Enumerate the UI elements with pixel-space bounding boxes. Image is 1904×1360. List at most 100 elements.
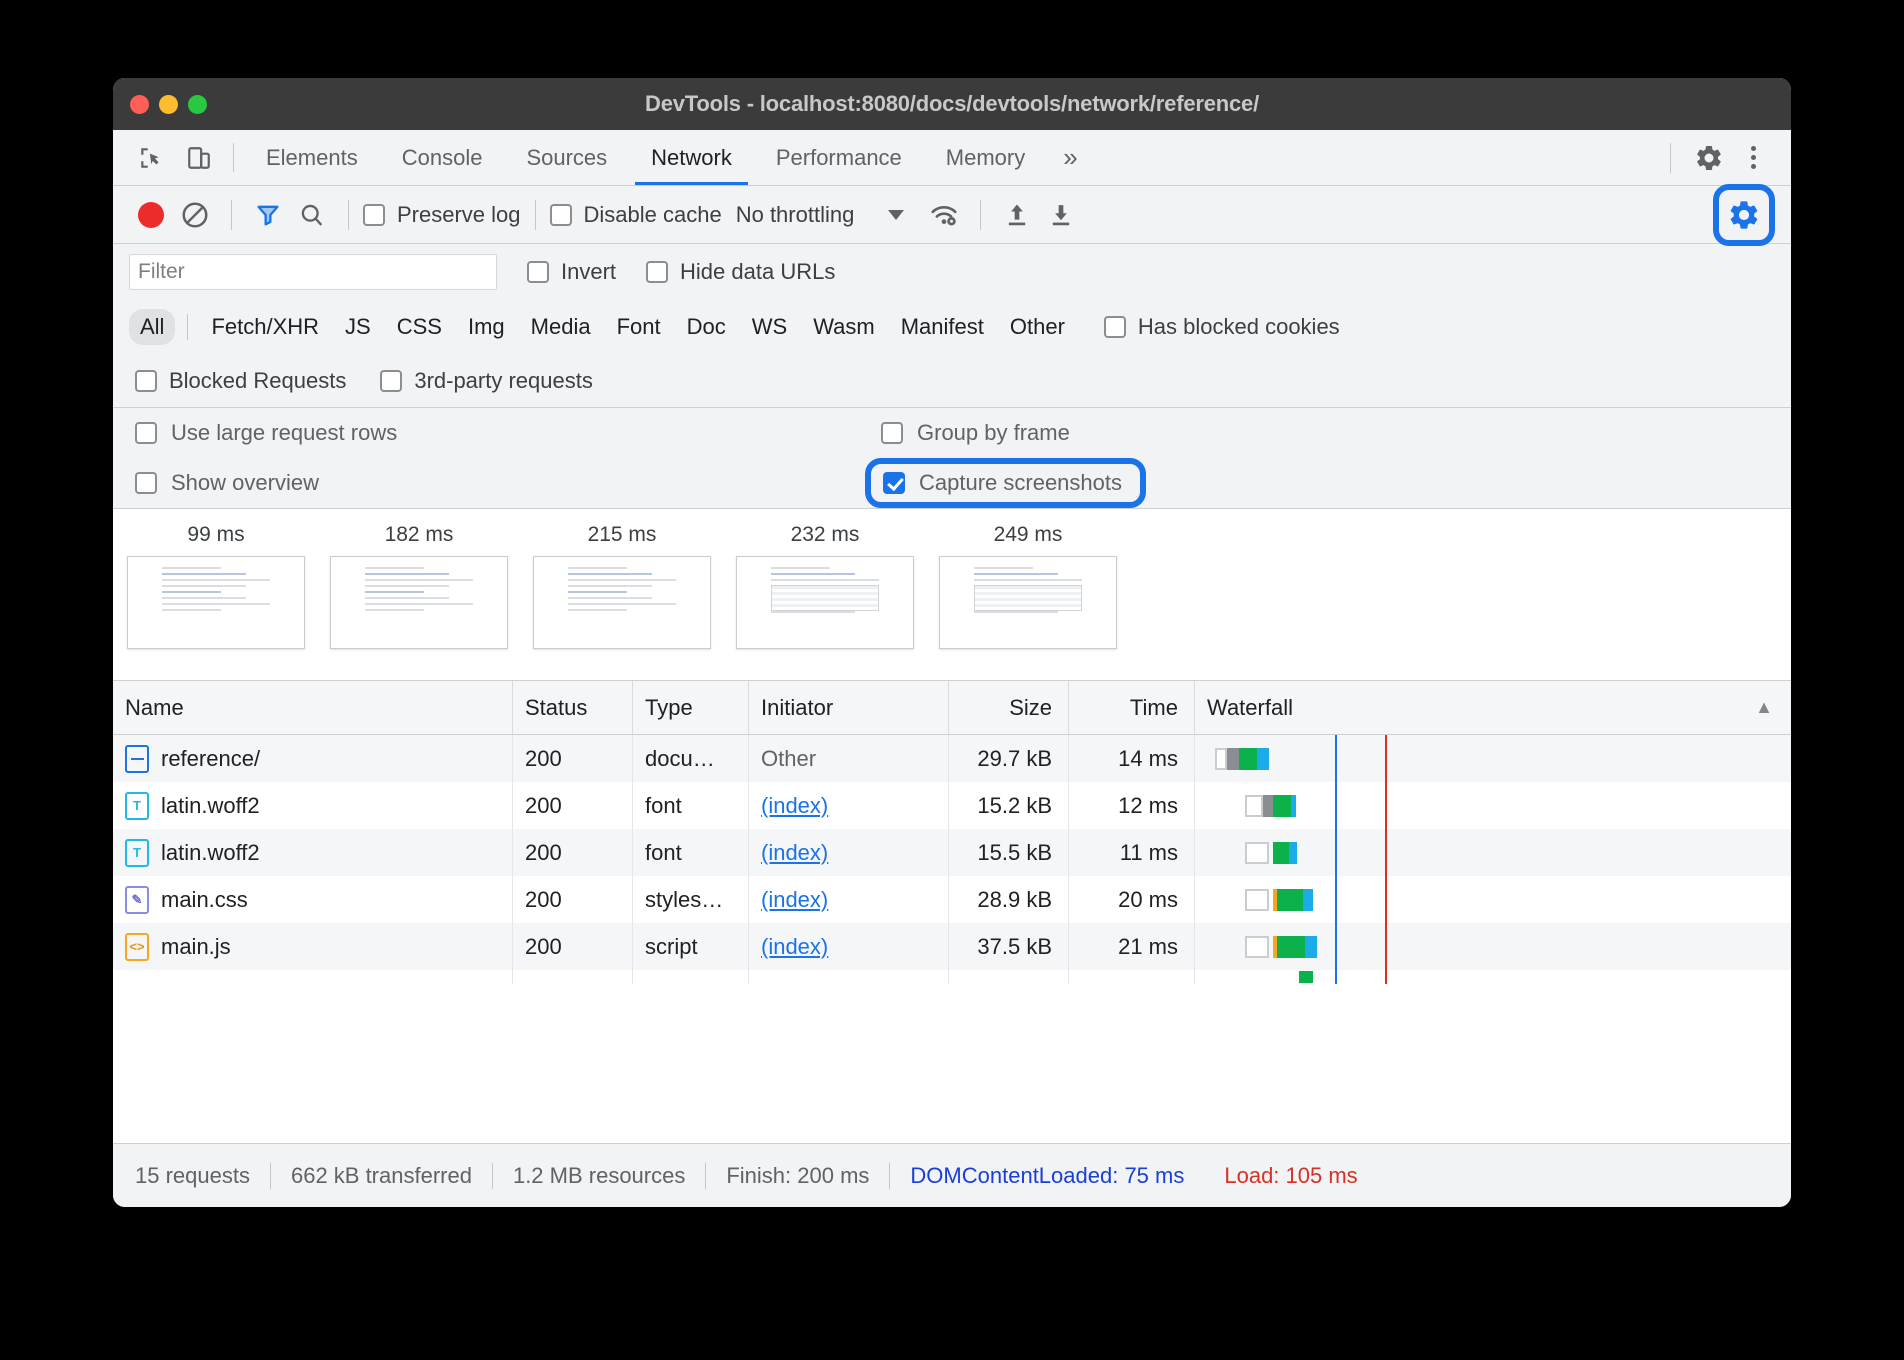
- waterfall-bar: [1207, 735, 1791, 782]
- group-by-frame-checkbox[interactable]: Group by frame: [881, 420, 1769, 446]
- column-header-size[interactable]: Size: [949, 681, 1069, 734]
- cell-size: 28.9 kB: [949, 876, 1069, 923]
- cell-name[interactable]: T latin.woff2: [113, 782, 513, 829]
- search-icon[interactable]: [290, 193, 334, 237]
- type-chip-other[interactable]: Other: [999, 309, 1076, 345]
- table-row[interactable]: T latin.woff2 200 font (index) 15.2 kB 1…: [113, 782, 1791, 829]
- kebab-menu-icon[interactable]: [1731, 136, 1775, 180]
- type-chip-font[interactable]: Font: [606, 309, 672, 345]
- throttling-dropdown[interactable]: No throttling: [736, 202, 905, 228]
- tab-performance[interactable]: Performance: [754, 130, 924, 185]
- table-row-partial[interactable]: [113, 970, 1791, 984]
- blocked-requests-box[interactable]: [135, 370, 157, 392]
- use-large-request-rows-checkbox[interactable]: Use large request rows: [135, 420, 881, 446]
- show-overview-checkbox[interactable]: Show overview: [135, 470, 881, 496]
- type-chip-css[interactable]: CSS: [386, 309, 453, 345]
- record-button[interactable]: [129, 193, 173, 237]
- cell-size: 29.7 kB: [949, 735, 1069, 782]
- filmstrip-thumbnail[interactable]: [127, 556, 305, 649]
- table-row[interactable]: ✎ main.css 200 styles… (index) 28.9 kB 2…: [113, 876, 1791, 923]
- use-large-request-rows-box[interactable]: [135, 422, 157, 444]
- tab-console[interactable]: Console: [380, 130, 505, 185]
- cell-initiator[interactable]: (index): [749, 876, 949, 923]
- inspect-element-icon[interactable]: [127, 130, 175, 185]
- initiator-link[interactable]: (index): [761, 840, 828, 866]
- filmstrip-frame[interactable]: 215 ms: [533, 523, 711, 649]
- column-header-name[interactable]: Name: [113, 681, 513, 734]
- cell-name[interactable]: <> main.js: [113, 923, 513, 970]
- tab-sources[interactable]: Sources: [504, 130, 629, 185]
- disable-cache-box[interactable]: [550, 204, 572, 226]
- tab-elements[interactable]: Elements: [244, 130, 380, 185]
- tab-memory[interactable]: Memory: [924, 130, 1047, 185]
- type-chip-fetch-xhr[interactable]: Fetch/XHR: [200, 309, 330, 345]
- filmstrip-thumbnail[interactable]: [533, 556, 711, 649]
- hide-data-urls-box[interactable]: [646, 261, 668, 283]
- third-party-requests-checkbox[interactable]: 3rd-party requests: [380, 368, 593, 394]
- capture-screenshots-box[interactable]: [883, 472, 905, 494]
- type-chip-wasm[interactable]: Wasm: [802, 309, 886, 345]
- filmstrip-frame[interactable]: 249 ms: [939, 523, 1117, 649]
- disable-cache-checkbox[interactable]: Disable cache: [550, 202, 722, 228]
- filmstrip-thumbnail[interactable]: [736, 556, 914, 649]
- filter-funnel-icon[interactable]: [246, 193, 290, 237]
- cell-name[interactable]: reference/: [113, 735, 513, 782]
- initiator-link[interactable]: (index): [761, 934, 828, 960]
- column-header-status[interactable]: Status: [513, 681, 633, 734]
- type-chip-doc[interactable]: Doc: [676, 309, 737, 345]
- type-chip-all[interactable]: All: [129, 309, 175, 345]
- capture-screenshots-checkbox[interactable]: Capture screenshots: [865, 458, 1146, 508]
- cell-time: 21 ms: [1069, 923, 1195, 970]
- invert-checkbox[interactable]: Invert: [527, 259, 616, 285]
- minimize-button[interactable]: [159, 95, 178, 114]
- cell-initiator[interactable]: (index): [749, 923, 949, 970]
- type-chip-media[interactable]: Media: [520, 309, 602, 345]
- cell-size: 15.2 kB: [949, 782, 1069, 829]
- show-overview-box[interactable]: [135, 472, 157, 494]
- type-chip-ws[interactable]: WS: [741, 309, 798, 345]
- initiator-link[interactable]: (index): [761, 793, 828, 819]
- filter-input[interactable]: [129, 254, 497, 290]
- wifi-settings-icon[interactable]: [922, 193, 966, 237]
- table-row[interactable]: T latin.woff2 200 font (index) 15.5 kB 1…: [113, 829, 1791, 876]
- initiator-link[interactable]: (index): [761, 887, 828, 913]
- more-tabs-icon[interactable]: »: [1047, 130, 1093, 185]
- cell-name[interactable]: T latin.woff2: [113, 829, 513, 876]
- clear-button[interactable]: [173, 193, 217, 237]
- filmstrip-frame[interactable]: 99 ms: [127, 523, 305, 649]
- group-by-frame-box[interactable]: [881, 422, 903, 444]
- type-chip-manifest[interactable]: Manifest: [890, 309, 995, 345]
- table-row[interactable]: <> main.js 200 script (index) 37.5 kB 21…: [113, 923, 1791, 970]
- tab-network[interactable]: Network: [629, 130, 754, 185]
- cell-initiator[interactable]: (index): [749, 782, 949, 829]
- filmstrip-frame[interactable]: 182 ms: [330, 523, 508, 649]
- hide-data-urls-checkbox[interactable]: Hide data URLs: [646, 259, 835, 285]
- type-chip-img[interactable]: Img: [457, 309, 516, 345]
- close-button[interactable]: [130, 95, 149, 114]
- column-header-time[interactable]: Time: [1069, 681, 1195, 734]
- cell-initiator[interactable]: (index): [749, 829, 949, 876]
- filmstrip-thumbnail[interactable]: [330, 556, 508, 649]
- has-blocked-cookies-checkbox[interactable]: Has blocked cookies: [1104, 314, 1340, 340]
- import-har-icon[interactable]: [995, 193, 1039, 237]
- filmstrip-thumbnail[interactable]: [939, 556, 1117, 649]
- third-party-requests-box[interactable]: [380, 370, 402, 392]
- document-icon: [125, 745, 149, 773]
- column-header-waterfall[interactable]: Waterfall ▲: [1195, 681, 1791, 734]
- type-chip-js[interactable]: JS: [334, 309, 382, 345]
- has-blocked-cookies-box[interactable]: [1104, 316, 1126, 338]
- column-header-initiator[interactable]: Initiator: [749, 681, 949, 734]
- filmstrip-frame[interactable]: 232 ms: [736, 523, 914, 649]
- blocked-requests-checkbox[interactable]: Blocked Requests: [135, 368, 346, 394]
- invert-box[interactable]: [527, 261, 549, 283]
- column-header-type[interactable]: Type: [633, 681, 749, 734]
- zoom-button[interactable]: [188, 95, 207, 114]
- device-toolbar-icon[interactable]: [175, 130, 223, 185]
- export-har-icon[interactable]: [1039, 193, 1083, 237]
- gear-icon[interactable]: [1687, 136, 1731, 180]
- preserve-log-checkbox[interactable]: Preserve log: [363, 202, 521, 228]
- preserve-log-box[interactable]: [363, 204, 385, 226]
- network-settings-gear-button[interactable]: [1713, 184, 1775, 246]
- table-row[interactable]: reference/ 200 docu… Other 29.7 kB 14 ms: [113, 735, 1791, 782]
- cell-name[interactable]: ✎ main.css: [113, 876, 513, 923]
